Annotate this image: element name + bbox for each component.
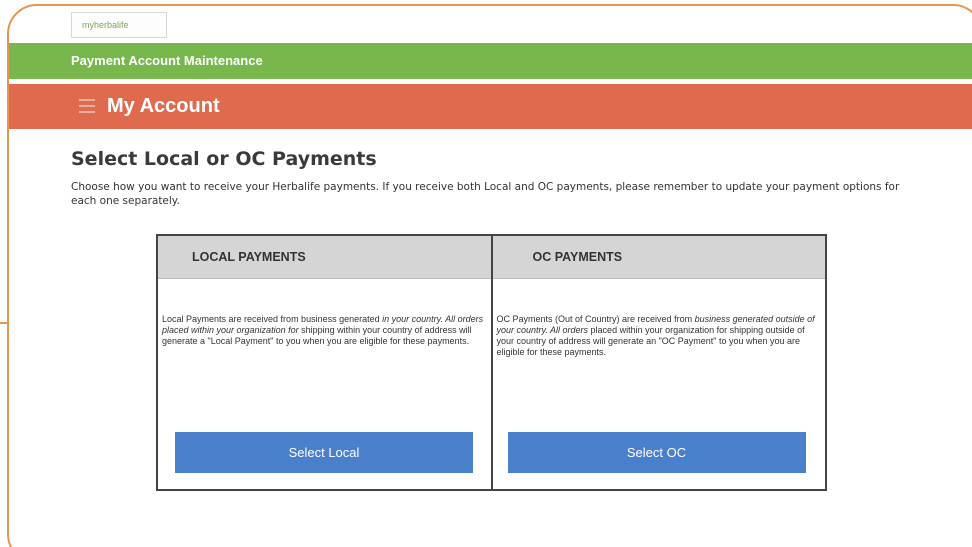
oc-payments-column: OC PAYMENTS OC Payments (Out of Country)…	[490, 236, 825, 489]
local-payments-column: LOCAL PAYMENTS Local Payments are receiv…	[158, 236, 491, 489]
oc-payments-header: OC PAYMENTS	[492, 236, 825, 279]
menu-icon[interactable]	[79, 99, 95, 113]
local-payments-description: Local Payments are received from busines…	[162, 314, 484, 346]
logo[interactable]: myherbalife	[71, 12, 167, 38]
select-local-button[interactable]: Select Local	[175, 432, 473, 473]
intro-text: Choose how you want to receive your Herb…	[71, 181, 900, 207]
account-title: My Account	[107, 95, 220, 117]
page-header-bar: Payment Account Maintenance	[9, 43, 972, 79]
oc-payments-description: OC Payments (Out of Country) are receive…	[496, 314, 815, 357]
payment-options-table: LOCAL PAYMENTS Local Payments are receiv…	[156, 234, 827, 491]
local-payments-header: LOCAL PAYMENTS	[158, 236, 491, 279]
select-oc-button[interactable]: Select OC	[507, 432, 806, 473]
account-bar: My Account	[9, 84, 972, 129]
page-title: Select Local or OC Payments	[71, 148, 377, 170]
page-frame: myherbalife Payment Account Maintenance …	[7, 4, 972, 547]
